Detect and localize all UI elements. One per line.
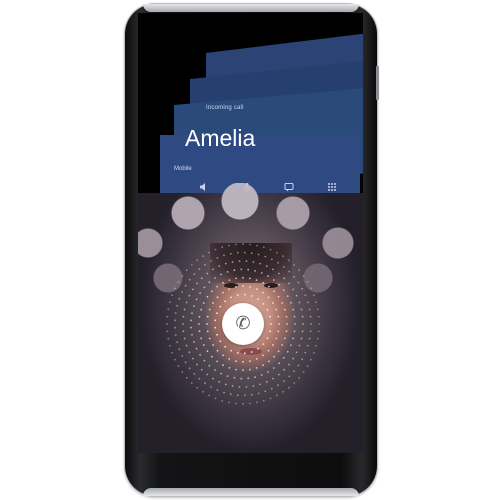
incoming-call-label: Incoming call bbox=[206, 105, 244, 111]
answer-call-button[interactable]: ✆ bbox=[222, 303, 264, 345]
caller-detail: Mobile bbox=[174, 166, 192, 172]
phone-bottom-bezel bbox=[143, 488, 359, 496]
phone-top-bezel bbox=[143, 4, 359, 12]
phone-icon: ✆ bbox=[235, 313, 251, 334]
caller-photo: ✆ bbox=[138, 183, 363, 453]
caller-name: Amelia bbox=[185, 125, 256, 151]
phone-screen: Incoming call Amelia Mobile ✆ bbox=[138, 13, 363, 453]
side-button bbox=[376, 66, 379, 100]
incoming-call-card: Incoming call Amelia Mobile bbox=[160, 32, 363, 203]
